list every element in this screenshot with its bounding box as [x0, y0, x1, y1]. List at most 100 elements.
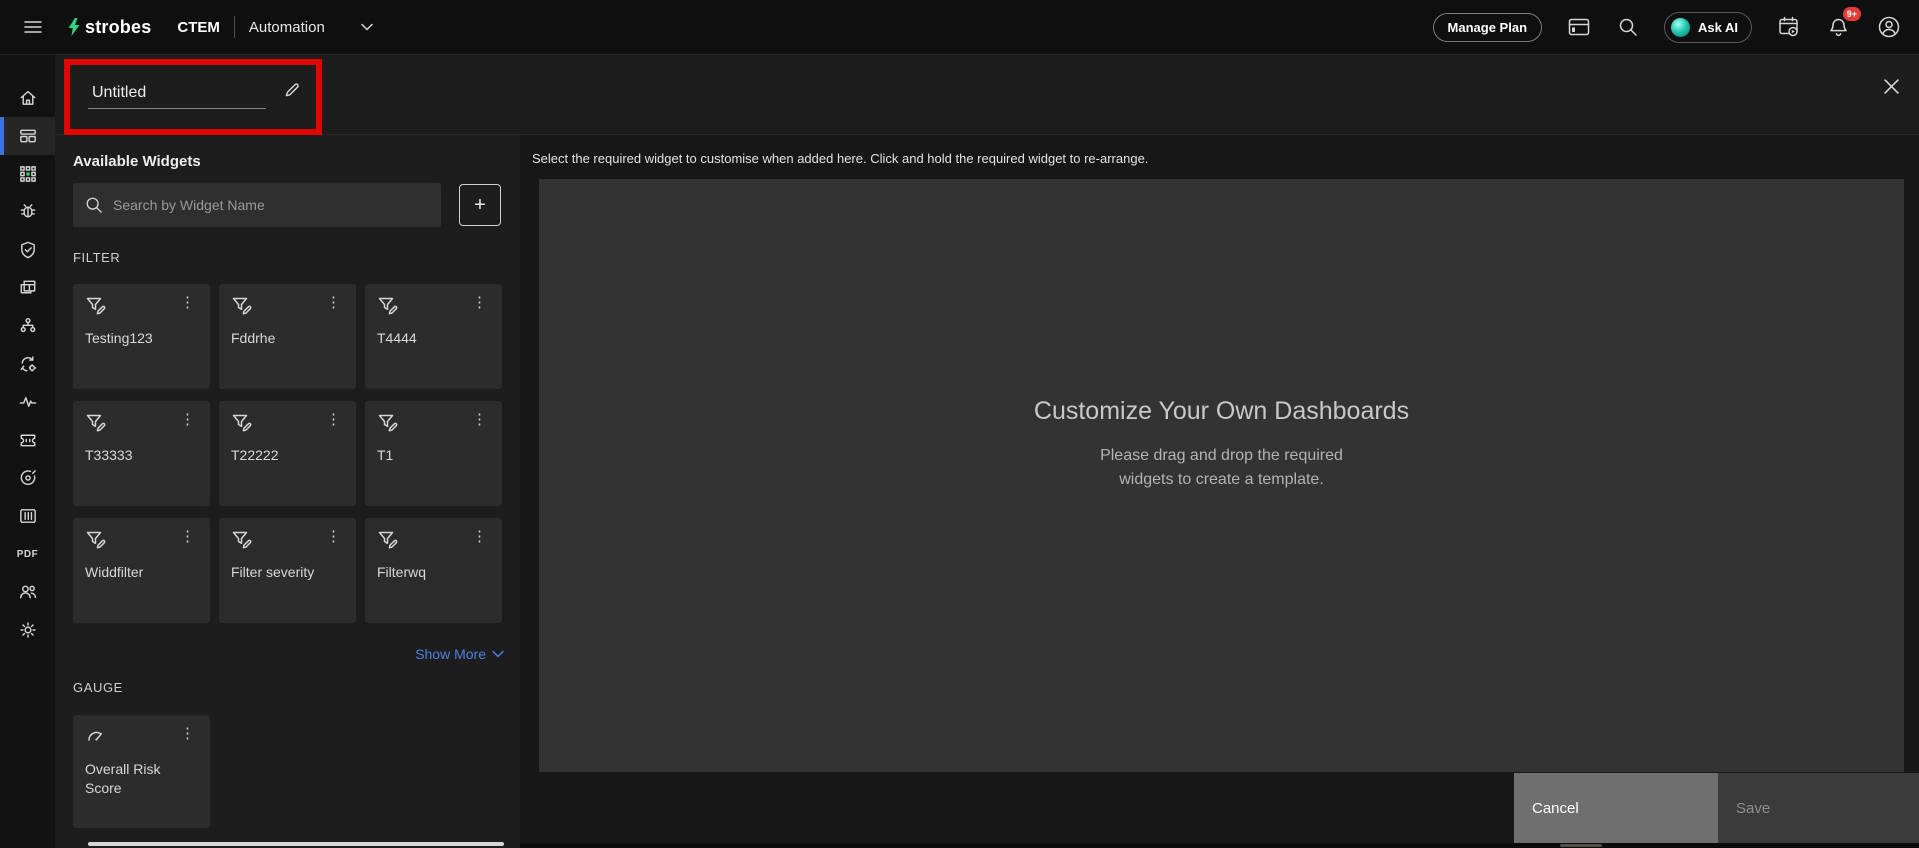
- sidebar-item-hierarchy[interactable]: [0, 307, 55, 345]
- assets-table-icon: [20, 280, 35, 294]
- filter-edit-icon: [86, 414, 106, 432]
- dashboard-title-input[interactable]: [88, 77, 266, 109]
- activity-pulse-icon: [19, 397, 36, 407]
- scrollbar-thumb[interactable]: [1560, 844, 1602, 847]
- widget-label: Filter severity: [231, 564, 315, 580]
- dashboard-builder-main: Select the required widget to customise …: [520, 135, 1919, 848]
- filter-edit-icon: [86, 531, 106, 549]
- widget-label: T33333: [85, 447, 133, 463]
- sidebar-item-pdf[interactable]: PDF: [0, 535, 55, 573]
- kebab-menu-icon[interactable]: ⋮: [177, 726, 198, 741]
- add-widget-button[interactable]: +: [459, 184, 501, 226]
- widget-card[interactable]: ⋮ T22222: [219, 401, 356, 506]
- browser-window-icon[interactable]: [1566, 15, 1592, 39]
- top-bar: strobes CTEM Automation Manage Plan Ask …: [0, 0, 1919, 55]
- sidebar-item-home[interactable]: [0, 79, 55, 117]
- sidebar-item-automation[interactable]: [0, 345, 55, 383]
- ticket-icon: [20, 434, 35, 447]
- kebab-menu-icon[interactable]: ⋮: [177, 295, 198, 310]
- search-icon[interactable]: [1616, 15, 1640, 39]
- widget-card[interactable]: ⋮ Filter severity: [219, 518, 356, 623]
- save-button[interactable]: Save: [1718, 773, 1919, 843]
- topbar-divider: [233, 16, 235, 38]
- chevron-down-icon[interactable]: [357, 19, 377, 35]
- show-more-label: Show More: [415, 646, 486, 662]
- cancel-button[interactable]: Cancel: [1514, 773, 1718, 843]
- sidebar-item-apps[interactable]: [0, 155, 55, 193]
- kebab-menu-icon[interactable]: ⋮: [177, 529, 198, 544]
- ask-ai-orb-icon: [1671, 17, 1691, 37]
- sidebar-item-dashboards[interactable]: [0, 117, 55, 155]
- widget-drop-zone[interactable]: Customize Your Own Dashboards Please dra…: [539, 179, 1904, 772]
- filter-edit-icon: [378, 414, 398, 432]
- widget-search-input[interactable]: [113, 197, 429, 213]
- sidebar-item-kanban[interactable]: [0, 497, 55, 535]
- apps-grid-icon: [19, 166, 36, 182]
- calendar-play-icon[interactable]: [1776, 14, 1802, 40]
- panel-horizontal-scrollbar[interactable]: [88, 842, 504, 846]
- kebab-menu-icon[interactable]: ⋮: [177, 412, 198, 427]
- brand-bolt-icon: [68, 18, 80, 36]
- automation-sync-icon: [20, 356, 36, 372]
- close-icon[interactable]: [1880, 75, 1903, 98]
- filter-edit-icon: [86, 297, 106, 315]
- widget-label: Widdfilter: [85, 564, 144, 580]
- widget-label: T4444: [377, 330, 417, 346]
- hamburger-menu-icon[interactable]: [16, 10, 50, 44]
- widget-card[interactable]: ⋮ T33333: [73, 401, 210, 506]
- show-more-link[interactable]: Show More: [415, 646, 504, 662]
- kebab-menu-icon[interactable]: ⋮: [469, 295, 490, 310]
- dashboard-icon: [19, 129, 36, 143]
- widget-label: Filterwq: [377, 564, 427, 580]
- sidebar-item-security[interactable]: [0, 231, 55, 269]
- kebab-menu-icon[interactable]: ⋮: [469, 529, 490, 544]
- widget-card[interactable]: ⋮ Testing123: [73, 284, 210, 389]
- edit-pencil-icon[interactable]: [283, 81, 301, 99]
- hierarchy-icon: [20, 317, 35, 333]
- manage-plan-button[interactable]: Manage Plan: [1432, 12, 1543, 42]
- drop-zone-title: Customize Your Own Dashboards: [1033, 397, 1410, 425]
- widget-card[interactable]: ⋮ Fddrhe: [219, 284, 356, 389]
- filter-edit-icon: [378, 297, 398, 315]
- widget-label: Testing123: [85, 330, 153, 346]
- sidebar-item-settings[interactable]: [0, 611, 55, 649]
- kanban-board-icon: [19, 509, 36, 523]
- pdf-report-icon: PDF: [16, 548, 39, 560]
- section-label-filter: FILTER: [73, 250, 121, 265]
- kebab-menu-icon[interactable]: ⋮: [469, 412, 490, 427]
- filter-edit-icon: [232, 297, 252, 315]
- gauge-icon: [88, 731, 103, 741]
- settings-gear-icon: [19, 622, 36, 638]
- widget-card[interactable]: ⋮ T1: [365, 401, 502, 506]
- home-icon: [20, 90, 35, 105]
- sidebar-item-vulnerabilities[interactable]: [0, 193, 55, 231]
- sidebar-item-activity[interactable]: [0, 383, 55, 421]
- ask-ai-label: Ask AI: [1698, 19, 1738, 35]
- bug-icon: [20, 204, 35, 218]
- kebab-menu-icon[interactable]: ⋮: [323, 529, 344, 544]
- widget-label: Fddrhe: [231, 330, 276, 346]
- module-selector[interactable]: Automation: [249, 19, 325, 36]
- chevron-down-icon: [492, 650, 504, 658]
- sidebar-item-objectives[interactable]: [0, 459, 55, 497]
- widget-card[interactable]: ⋮ Overall Risk Score: [73, 715, 210, 828]
- ask-ai-button[interactable]: Ask AI: [1664, 11, 1752, 43]
- panel-title: Available Widgets: [73, 153, 201, 170]
- available-widgets-panel: Available Widgets + FILTER ⋮ Testing123 …: [55, 135, 520, 848]
- sidebar-item-tickets[interactable]: [0, 421, 55, 459]
- search-icon: [86, 197, 102, 213]
- widget-card[interactable]: ⋮ Filterwq: [365, 518, 502, 623]
- builder-instruction-text: Select the required widget to customise …: [532, 151, 1149, 166]
- sidebar-item-users[interactable]: [0, 573, 55, 611]
- horizontal-scrollbar[interactable]: [520, 843, 1919, 848]
- notifications-bell-icon[interactable]: 9+: [1826, 6, 1861, 40]
- sidebar-item-assets[interactable]: [0, 269, 55, 307]
- kebab-menu-icon[interactable]: ⋮: [323, 295, 344, 310]
- strobes-logo: strobes: [66, 17, 151, 38]
- widget-search-box: [73, 183, 441, 227]
- kebab-menu-icon[interactable]: ⋮: [323, 412, 344, 427]
- widget-card[interactable]: ⋮ Widdfilter: [73, 518, 210, 623]
- widget-card[interactable]: ⋮ T4444: [365, 284, 502, 389]
- profile-avatar-icon[interactable]: [1875, 13, 1903, 41]
- section-label-gauge: GAUGE: [73, 680, 123, 695]
